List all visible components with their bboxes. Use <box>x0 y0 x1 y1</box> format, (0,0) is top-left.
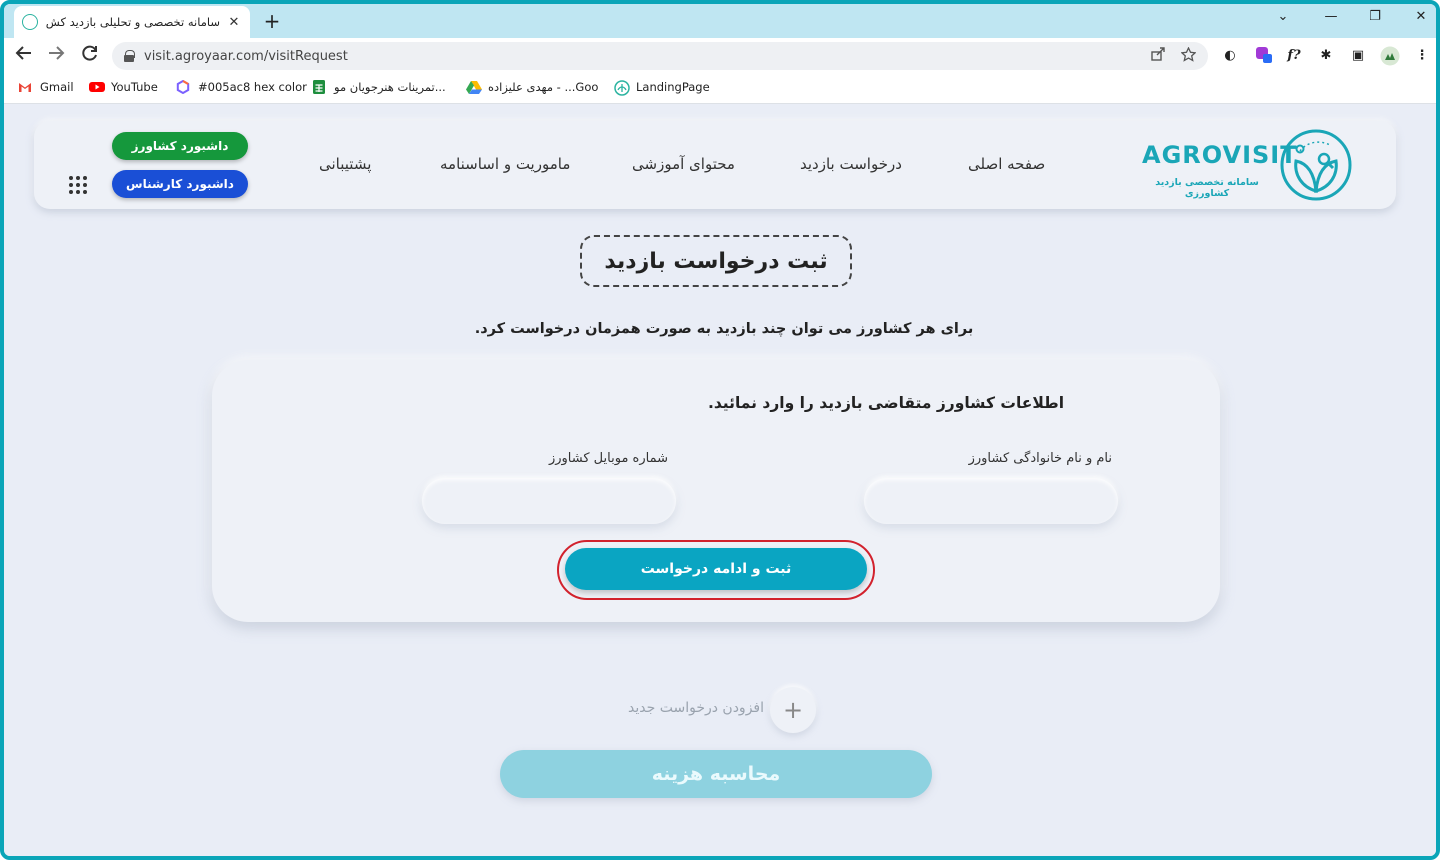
tab-strip: سامانه تخصصی و تحلیلی بازدید کش... ✕ + ⌄… <box>4 4 1436 38</box>
tab-title: سامانه تخصصی و تحلیلی بازدید کش... <box>46 15 220 29</box>
logo-text: AGROVISIT <box>1142 141 1298 169</box>
forward-arrow-icon[interactable] <box>44 44 68 68</box>
bookmarks-bar: Gmail YouTube #005ac8 hex color تمرینات … <box>4 74 1436 104</box>
profile-avatar[interactable] <box>1380 46 1400 66</box>
sheets-icon <box>312 80 326 94</box>
tab-close-icon[interactable]: ✕ <box>226 15 242 30</box>
browser-menu-icon[interactable]: ⋮ <box>1412 46 1432 66</box>
browser-tab-active[interactable]: سامانه تخصصی و تحلیلی بازدید کش... ✕ <box>14 6 250 38</box>
site-favicon-icon <box>22 14 38 30</box>
back-arrow-icon[interactable] <box>12 44 36 68</box>
hexagon-icon <box>176 79 190 95</box>
apps-grid-icon[interactable] <box>69 176 87 194</box>
google-drive-icon <box>466 80 482 94</box>
farmer-dashboard-button[interactable]: داشبورد کشاورز <box>112 132 248 160</box>
farmer-name-input[interactable] <box>864 478 1118 524</box>
gmail-icon <box>18 80 32 94</box>
farmer-mobile-label: شماره موبایل کشاورز <box>548 451 668 466</box>
side-panel-icon[interactable]: ▣ <box>1348 46 1368 66</box>
nav-education[interactable]: محتوای آموزشی <box>632 155 735 173</box>
farmer-name-label: نام و نام خانوادگی کشاورز <box>968 451 1112 466</box>
puzzle-extensions-icon[interactable]: ✱ <box>1316 46 1336 66</box>
nav-home[interactable]: صفحه اصلی <box>968 155 1045 173</box>
reload-icon[interactable] <box>78 44 102 68</box>
bookmark-landingpage[interactable]: LandingPage <box>614 80 710 96</box>
plus-icon[interactable]: + <box>770 687 816 733</box>
bookmark-sheets[interactable]: تمرینات هنرجویان مو... <box>312 80 446 94</box>
farmer-info-form: اطلاعات کشاورز متقاضی بازدید را وارد نما… <box>212 360 1220 622</box>
bookmark-hex-color[interactable]: #005ac8 hex color <box>176 79 307 95</box>
expert-dashboard-button[interactable]: داشبورد کارشناس <box>112 170 248 198</box>
font-ninja-icon[interactable]: f? <box>1284 46 1304 66</box>
minimize-button[interactable]: — <box>1316 9 1346 24</box>
browser-window: سامانه تخصصی و تحلیلی بازدید کش... ✕ + ⌄… <box>0 0 1440 860</box>
add-new-request[interactable]: افزودن درخواست جدید + <box>564 685 824 733</box>
nav-support[interactable]: پشتیبانی <box>319 155 371 173</box>
extension-icon-2[interactable] <box>1254 46 1274 66</box>
extension-icon-1[interactable]: ◐ <box>1220 46 1240 66</box>
lock-icon <box>124 50 135 62</box>
submit-continue-button[interactable]: ثبت و ادامه درخواست <box>565 548 867 590</box>
logo-subtitle: سامانه تخصصی بازدید کشاورزی <box>1155 177 1259 199</box>
close-window-button[interactable]: ✕ <box>1406 9 1436 24</box>
calculate-cost-button[interactable]: محاسبه هزینه <box>500 750 932 798</box>
page-title: ثبت درخواست بازدید <box>580 235 852 287</box>
nav-mission[interactable]: ماموریت و اساسنامه <box>440 155 570 173</box>
url-text[interactable]: visit.agroyaar.com/visitRequest <box>144 49 1135 64</box>
bookmark-youtube[interactable]: YouTube <box>89 80 158 94</box>
share-icon[interactable] <box>1151 47 1165 65</box>
farmer-mobile-input[interactable] <box>422 478 676 524</box>
new-tab-button[interactable]: + <box>260 10 284 32</box>
bookmark-gmail[interactable]: Gmail <box>18 80 74 94</box>
landingpage-icon <box>614 80 630 96</box>
form-heading: اطلاعات کشاورز متقاضی بازدید را وارد نما… <box>707 394 1065 412</box>
site-header: AGROVISIT سامانه تخصصی بازدید کشاورزی صف… <box>34 121 1396 209</box>
web-page: AGROVISIT سامانه تخصصی بازدید کشاورزی صف… <box>4 105 1436 856</box>
page-subtitle: برای هر کشاورز می توان چند بازدید به صور… <box>474 321 974 337</box>
nav-visit-request[interactable]: درخواست بازدید <box>800 155 902 173</box>
tab-search-icon[interactable]: ⌄ <box>1268 9 1298 24</box>
bookmark-star-icon[interactable] <box>1180 45 1197 66</box>
restore-button[interactable]: ❐ <box>1360 9 1390 24</box>
address-bar[interactable]: visit.agroyaar.com/visitRequest <box>112 42 1208 70</box>
youtube-icon <box>89 80 105 94</box>
browser-toolbar: visit.agroyaar.com/visitRequest ◐ f? ✱ ▣… <box>4 38 1436 74</box>
bookmark-drive[interactable]: مهدی علیزاده - ...Goo <box>466 80 598 94</box>
add-request-label: افزودن درخواست جدید <box>628 700 764 716</box>
